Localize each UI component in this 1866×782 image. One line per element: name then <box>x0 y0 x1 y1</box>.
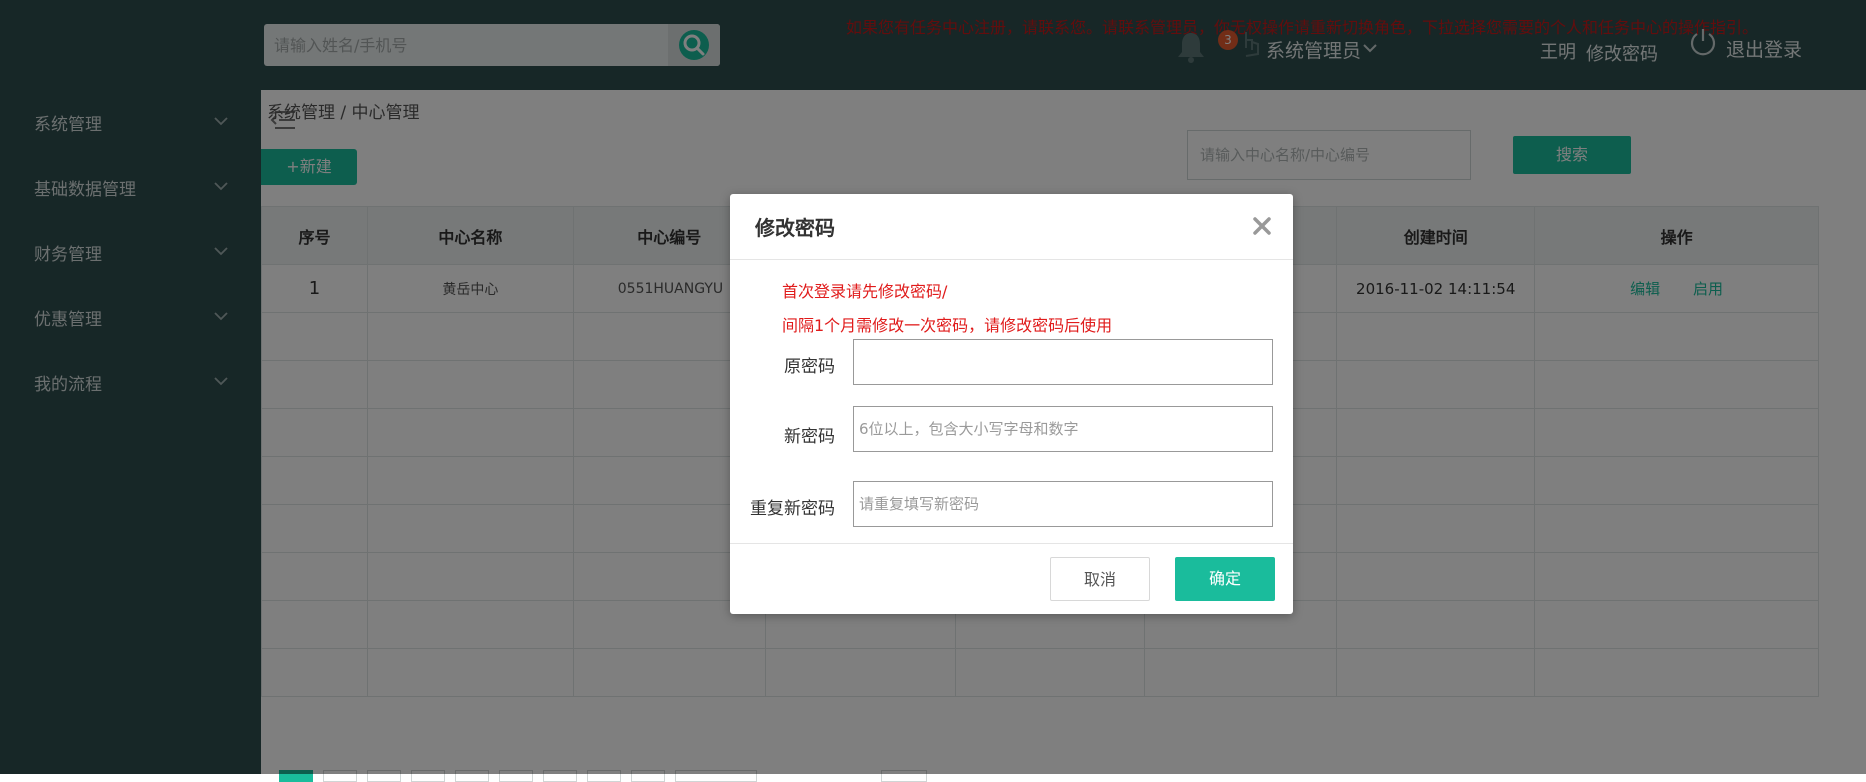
cancel-button[interactable]: 取消 <box>1050 557 1150 601</box>
repeat-password-label: 重复新密码 <box>750 499 835 519</box>
dialog-title: 修改密码 <box>755 216 835 240</box>
new-password-label: 新密码 <box>784 427 835 447</box>
password-notice-line2: 间隔1个月需修改一次密码，请修改密码后使用 <box>782 316 1113 335</box>
password-notice-line1: 首次登录请先修改密码/ <box>782 282 948 301</box>
dialog-header: 修改密码 <box>730 194 1293 260</box>
repeat-password-field[interactable] <box>853 481 1273 527</box>
dialog-divider <box>730 543 1293 544</box>
old-password-label: 原密码 <box>784 357 835 377</box>
change-password-dialog: 修改密码 首次登录请先修改密码/ 间隔1个月需修改一次密码，请修改密码后使用 原… <box>730 194 1293 614</box>
new-password-field[interactable] <box>853 406 1273 452</box>
close-icon[interactable] <box>1250 214 1274 238</box>
confirm-button[interactable]: 确定 <box>1175 557 1275 601</box>
old-password-field[interactable] <box>853 339 1273 385</box>
